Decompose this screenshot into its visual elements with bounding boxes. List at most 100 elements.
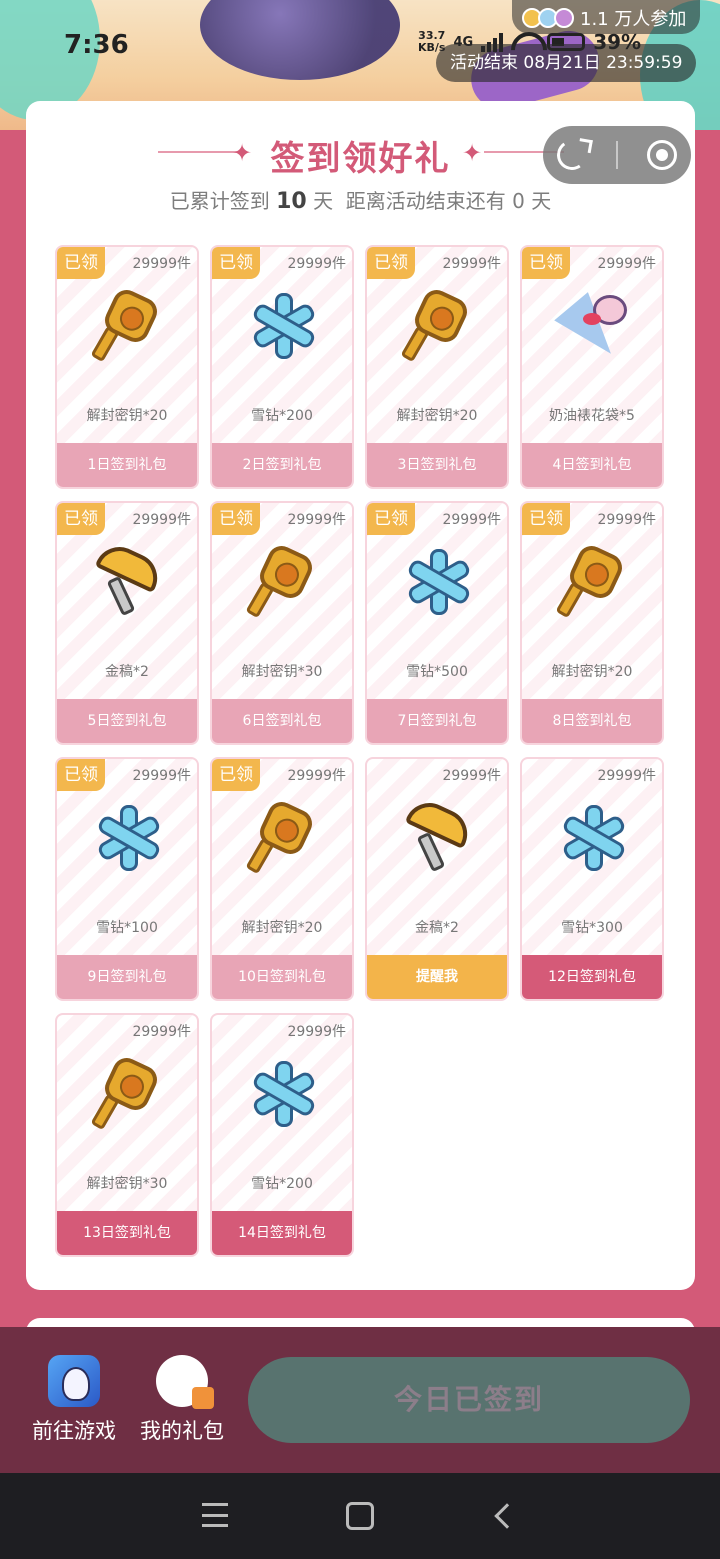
- reward-stock: 29999件: [287, 256, 346, 272]
- reward-day-label: 5日签到礼包: [57, 699, 197, 743]
- reward-item-name: 金稿*2: [415, 920, 459, 936]
- claimed-badge: 已领: [367, 503, 415, 535]
- days-left: 0: [512, 189, 525, 213]
- reward-stock: 29999件: [597, 512, 656, 528]
- reward-day-label: 8日签到礼包: [522, 699, 662, 743]
- reward-item-name: 解封密钥*30: [241, 664, 323, 680]
- reward-day-label: 4日签到礼包: [522, 443, 662, 487]
- reward-card[interactable]: 已领 29999件解封密钥*20 3日签到礼包: [365, 245, 509, 489]
- snow-diamond-icon: [249, 291, 319, 361]
- claimed-badge: 已领: [522, 503, 570, 535]
- reward-stock: 29999件: [132, 512, 191, 528]
- menu-icon[interactable]: [202, 1503, 228, 1527]
- reward-card[interactable]: 已领 29999件 解封密钥*30 6日签到礼包: [210, 501, 354, 745]
- page-title: 签到领好礼: [270, 139, 451, 179]
- reward-item-name: 雪钻*200: [251, 1176, 313, 1192]
- reward-item-name: 奶油裱花袋*5: [549, 408, 635, 424]
- reward-day-label: 7日签到礼包: [367, 699, 507, 743]
- reward-card[interactable]: 已领 29999件 解封密钥*20 1日签到礼包: [55, 245, 199, 489]
- reward-day-label: 1日签到礼包: [57, 443, 197, 487]
- my-gifts-label: 我的礼包: [140, 1419, 224, 1443]
- reward-item-name: 雪钻*200: [251, 408, 313, 424]
- remind-me-button[interactable]: 提醒我: [367, 955, 507, 999]
- reward-item-name: 解封密钥*20: [86, 408, 168, 424]
- signed-today-button[interactable]: 今日已签到: [248, 1357, 690, 1443]
- claimed-badge: 已领: [367, 247, 415, 279]
- status-time: 7:36: [64, 30, 129, 60]
- reward-stock: 29999件: [132, 768, 191, 784]
- reward-card[interactable]: 已领 29999件解封密钥*20 8日签到礼包: [520, 501, 664, 745]
- close-miniprogram-icon[interactable]: [646, 140, 677, 170]
- key-icon: [400, 285, 474, 363]
- title-decoration: [158, 151, 238, 153]
- reward-card[interactable]: 29999件解封密钥*30 13日签到礼包: [55, 1013, 199, 1257]
- activity-deadline: 活动结束 08月21日 23:59:59: [436, 44, 697, 82]
- snow-diamond-icon: [404, 547, 474, 617]
- reward-item-name: 雪钻*300: [561, 920, 623, 936]
- reward-day-label: 3日签到礼包: [367, 443, 507, 487]
- reward-day-label: 14日签到礼包: [212, 1211, 352, 1255]
- participants-badge: 1.1 万人参加: [512, 0, 701, 34]
- sparkle-icon: ✦: [462, 139, 483, 167]
- pickaxe-icon: [94, 538, 166, 617]
- game-app-icon: [48, 1355, 100, 1407]
- reward-day-label: 13日签到礼包: [57, 1211, 197, 1255]
- gift-avatar-icon: [156, 1355, 214, 1409]
- participants-count: 1.1 万人参加: [580, 9, 687, 30]
- snow-diamond-icon: [249, 1059, 319, 1129]
- reward-stock: 29999件: [287, 512, 346, 528]
- key-icon: [245, 541, 319, 619]
- bottom-action-bar: 前往游戏 我的礼包 今日已签到: [0, 1327, 720, 1473]
- reward-card[interactable]: 29999件 雪钻*300 12日签到礼包: [520, 757, 664, 1001]
- capsule-divider: [615, 141, 618, 169]
- banner-character-art: [200, 0, 400, 80]
- reward-item-name: 解封密钥*20: [551, 664, 633, 680]
- reward-card[interactable]: 已领 29999件 解封密钥*20 10日签到礼包: [210, 757, 354, 1001]
- reward-stock: 29999件: [442, 512, 501, 528]
- snow-diamond-icon: [559, 803, 629, 873]
- reward-stock: 29999件: [287, 1024, 346, 1040]
- sparkle-icon: ✦: [232, 139, 253, 167]
- pickaxe-icon: [404, 794, 476, 873]
- claimed-badge: 已领: [57, 503, 105, 535]
- claimed-badge: 已领: [57, 759, 105, 791]
- reward-card[interactable]: 已领 29999件奶油裱花袋*5 4日签到礼包: [520, 245, 664, 489]
- reward-item-name: 金稿*2: [105, 664, 149, 680]
- share-icon[interactable]: [554, 137, 590, 173]
- go-to-game-button[interactable]: 前往游戏: [24, 1355, 124, 1445]
- go-to-game-label: 前往游戏: [32, 1419, 116, 1443]
- reward-stock: 29999件: [132, 1024, 191, 1040]
- reward-item-name: 解封密钥*30: [86, 1176, 168, 1192]
- miniprogram-capsule: [543, 126, 691, 184]
- claimed-badge: 已领: [522, 247, 570, 279]
- key-icon: [245, 797, 319, 875]
- key-icon: [90, 1053, 164, 1131]
- participant-avatars: [522, 8, 574, 28]
- signin-card: ✦ 签到领好礼 ✦ 已累计签到 10 天 距离活动结束还有 0 天 已领 2999…: [26, 101, 695, 1290]
- reward-day-label: 12日签到礼包: [522, 955, 662, 999]
- piping-bag-icon: [554, 291, 629, 368]
- reward-day-label: 9日签到礼包: [57, 955, 197, 999]
- reward-item-name: 解封密钥*20: [241, 920, 323, 936]
- reward-stock: 29999件: [597, 256, 656, 272]
- system-nav-bar: [0, 1473, 720, 1559]
- reward-card[interactable]: 29999件金稿*2 提醒我: [365, 757, 509, 1001]
- reward-item-name: 解封密钥*20: [396, 408, 478, 424]
- reward-stock: 29999件: [442, 768, 501, 784]
- key-icon: [90, 285, 164, 363]
- reward-card[interactable]: 已领 29999件雪钻*500 7日签到礼包: [365, 501, 509, 745]
- reward-stock: 29999件: [442, 256, 501, 272]
- signin-progress-text: 已累计签到 10 天 距离活动结束还有 0 天: [169, 189, 552, 214]
- home-icon[interactable]: [346, 1502, 374, 1530]
- claimed-badge: 已领: [212, 503, 260, 535]
- reward-card[interactable]: 已领 29999件雪钻*100 9日签到礼包: [55, 757, 199, 1001]
- reward-card[interactable]: 已领 29999件金稿*2 5日签到礼包: [55, 501, 199, 745]
- reward-item-name: 雪钻*500: [406, 664, 468, 680]
- my-gifts-button[interactable]: 我的礼包: [132, 1355, 232, 1445]
- days-signed: 10: [276, 189, 307, 214]
- reward-card[interactable]: 已领 29999件 雪钻*200 2日签到礼包: [210, 245, 354, 489]
- reward-card[interactable]: 29999件雪钻*200 14日签到礼包: [210, 1013, 354, 1257]
- reward-item-name: 雪钻*100: [96, 920, 158, 936]
- claimed-badge: 已领: [212, 247, 260, 279]
- back-icon[interactable]: [494, 1503, 520, 1529]
